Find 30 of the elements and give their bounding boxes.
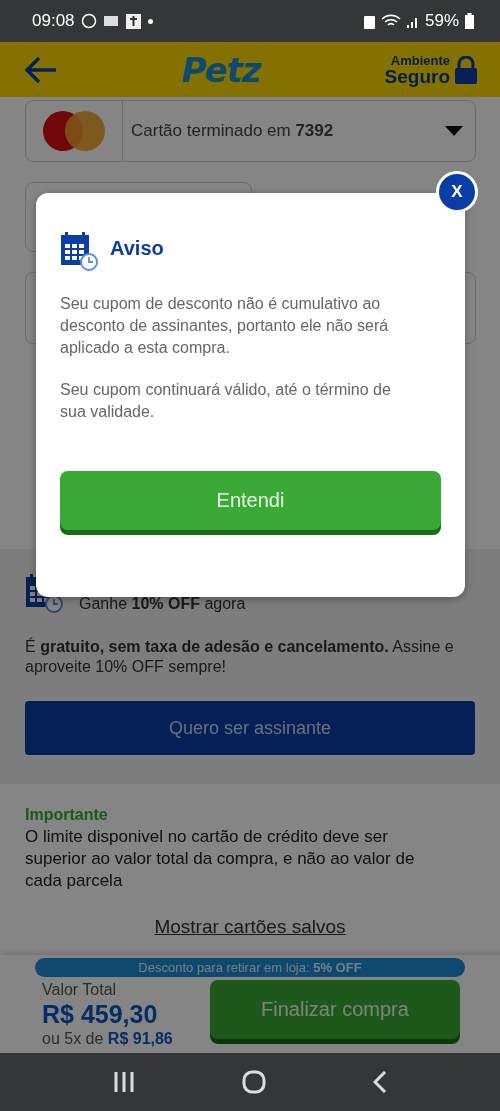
- subscribe-button[interactable]: Quero ser assinante: [25, 701, 475, 755]
- dot-icon: [147, 18, 153, 24]
- card-select[interactable]: Cartão terminado em 7392: [25, 100, 476, 162]
- discount-badge: Desconto para retirar em loja: 5% OFF: [35, 958, 465, 977]
- status-time: 09:08: [32, 11, 75, 31]
- back-arrow-icon[interactable]: [24, 54, 58, 85]
- close-button[interactable]: X: [436, 171, 478, 213]
- logo: Petz: [181, 49, 261, 90]
- lock-icon: [454, 55, 478, 84]
- total-price: R$ 459,30: [42, 1002, 159, 1027]
- saved-cards-link[interactable]: Mostrar cartões salvos: [154, 916, 346, 938]
- total-label: Valor Total: [42, 982, 118, 998]
- subscription-text: É gratuito, sem taxa de adesão e cancelamento. Assine e aproveite 10% OFF sempre!: [25, 637, 455, 677]
- battery-icon: [465, 13, 474, 29]
- dialog-title: Aviso: [110, 237, 164, 260]
- dialog-text: Seu cupom de desconto não é cumulativo ao desconto de assinantes, portanto ele não será aplicado a esta compra.: [60, 294, 390, 358]
- card-brand-icon: [42, 110, 106, 152]
- dropdown-caret-icon: [445, 126, 463, 136]
- home-icon[interactable]: [242, 1070, 266, 1094]
- subscription-headline: Ganhe 10% OFF agora: [79, 595, 246, 613]
- back-icon[interactable]: [372, 1071, 387, 1093]
- notice-title: Importante: [25, 806, 109, 824]
- recent-apps-icon[interactable]: [113, 1072, 136, 1092]
- notice-text: O limite disponivel no cartão de crédito deve ser superior ao valor total da compra, e não ao valor de cada parcela: [25, 826, 416, 892]
- installments-text: ou 5x de R$ 91,86: [42, 1031, 173, 1047]
- battery-percentage: 59%: [424, 11, 459, 31]
- dialog-text: Seu cupom continuará válido, até o término de sua validade.: [60, 380, 392, 422]
- calendar-clock-icon: [60, 231, 98, 271]
- secure-label: Ambiente: [390, 53, 450, 67]
- secure-label: Seguro: [384, 66, 450, 86]
